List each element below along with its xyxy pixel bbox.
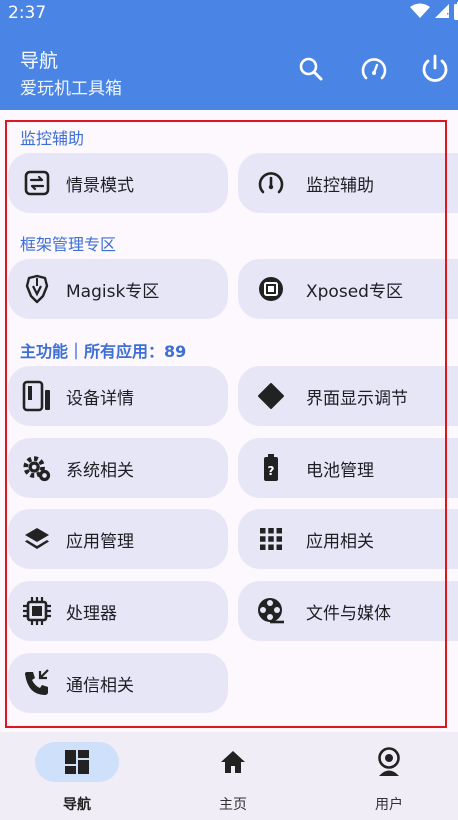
card-label: 监控辅助 (306, 175, 374, 196)
grid-icon (256, 524, 286, 554)
processor-icon (22, 596, 52, 626)
display-icon (256, 381, 286, 411)
card-label: 系统相关 (66, 460, 134, 481)
card-app-manage[interactable]: 应用管理 (8, 509, 228, 569)
phone-icon (22, 668, 52, 698)
dashboard-icon (65, 750, 89, 774)
bottom-nav: 导航 主页 用户 (0, 732, 458, 820)
card-label: Xposed专区 (306, 281, 403, 302)
nav-label: 主页 (219, 797, 247, 813)
magisk-icon (22, 274, 52, 304)
section-title-monitor: 监控辅助 (20, 129, 85, 148)
nav-label: 导航 (63, 797, 91, 813)
section-title-framework: 框架管理专区 (20, 235, 117, 254)
card-xposed[interactable]: Xposed专区 (238, 259, 458, 319)
card-display-adjust[interactable]: 界面显示调节 (238, 366, 458, 426)
layers-icon (22, 524, 52, 554)
card-communication[interactable]: 通信相关 (8, 653, 228, 713)
card-label: 通信相关 (66, 675, 134, 696)
app-subtitle: 爱玩机工具箱 (20, 79, 122, 99)
card-label: 界面显示调节 (306, 388, 408, 409)
card-file-media[interactable]: 文件与媒体 (238, 581, 458, 641)
nav-item-navigation[interactable]: 导航 (10, 732, 130, 820)
signal-icon (434, 3, 450, 24)
card-label: 设备详情 (66, 388, 134, 409)
search-icon (299, 57, 323, 81)
battery-status-icon (454, 1, 458, 25)
card-label: Magisk专区 (66, 281, 160, 302)
card-monitor-assist[interactable]: 监控辅助 (238, 153, 458, 213)
nav-indicator (347, 742, 431, 782)
nav-item-home[interactable]: 主页 (166, 732, 286, 820)
page-title: 导航 (20, 50, 59, 72)
power-icon (422, 54, 448, 82)
app-bar: 导航 爱玩机工具箱 (0, 26, 458, 110)
battery-icon: ? (256, 453, 286, 483)
system-gear-icon (22, 453, 52, 483)
card-label: 情景模式 (66, 175, 134, 196)
card-label: 处理器 (66, 603, 117, 624)
card-scene-mode[interactable]: 情景模式 (8, 153, 228, 213)
status-time: 2:37 (8, 3, 47, 23)
card-label: 应用管理 (66, 531, 134, 552)
card-label: 文件与媒体 (306, 603, 391, 624)
card-processor[interactable]: 处理器 (8, 581, 228, 641)
status-bar: 2:37 (0, 0, 458, 26)
card-battery[interactable]: ? 电池管理 (238, 438, 458, 498)
monitor-button[interactable] (357, 52, 391, 86)
nav-indicator (191, 742, 275, 782)
nav-item-user[interactable]: 用户 (322, 732, 442, 820)
card-magisk[interactable]: Magisk专区 (8, 259, 228, 319)
user-icon (378, 747, 400, 776)
card-label: 应用相关 (306, 531, 374, 552)
device-icon (22, 380, 52, 412)
nav-indicator (35, 742, 119, 782)
home-icon (221, 751, 245, 773)
card-label: 电池管理 (306, 460, 374, 481)
film-reel-icon (256, 596, 286, 626)
app-count: 89 (164, 342, 187, 361)
section-title-main-text: 主功能｜所有应用： (20, 342, 165, 361)
power-button[interactable] (418, 52, 452, 86)
section-title-main: 主功能｜所有应用：89 (20, 338, 186, 362)
chip-icon (256, 274, 286, 304)
scene-switch-icon (22, 168, 52, 198)
wifi-icon (410, 3, 430, 24)
card-system[interactable]: 系统相关 (8, 438, 228, 498)
speedometer-icon (256, 168, 286, 198)
speedometer-icon (361, 58, 387, 80)
svg-text:?: ? (268, 464, 275, 478)
card-app-related[interactable]: 应用相关 (238, 509, 458, 569)
nav-label: 用户 (375, 797, 403, 813)
card-device-info[interactable]: 设备详情 (8, 366, 228, 426)
search-button[interactable] (294, 52, 328, 86)
